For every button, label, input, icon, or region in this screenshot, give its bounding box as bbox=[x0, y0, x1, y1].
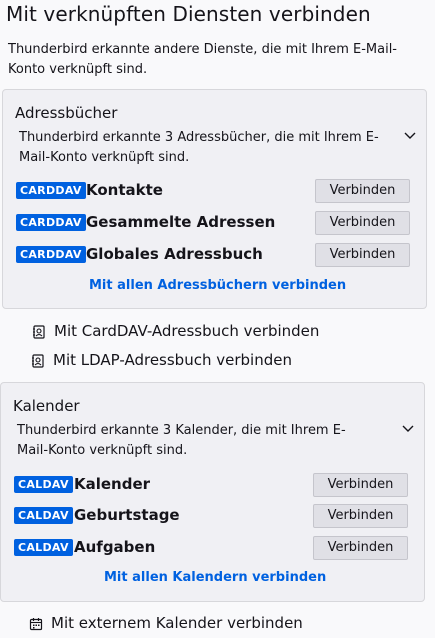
connect-button[interactable]: Verbinden bbox=[315, 179, 410, 203]
caldav-badge: CALDAV bbox=[14, 476, 73, 493]
calendars-description: Thunderbird erkannte 3 Kalender, die mit… bbox=[17, 423, 346, 458]
address-books-description: Thunderbird erkannte 3 Adressbücher, die… bbox=[19, 130, 379, 165]
address-book-name: Gesammelte Adressen bbox=[86, 213, 276, 231]
address-books-section: Adressbücher Thunderbird erkannte 3 Adre… bbox=[2, 89, 427, 309]
intro-text: Thunderbird erkannte andere Dienste, die… bbox=[8, 42, 397, 77]
option-label: Mit LDAP-Adressbuch verbinden bbox=[53, 351, 292, 369]
list-item: CALDAV Geburtstage Verbinden bbox=[14, 504, 414, 530]
calendar-name: Kalender bbox=[74, 475, 151, 493]
connect-button[interactable]: Verbinden bbox=[315, 211, 410, 235]
connect-button[interactable]: Verbinden bbox=[313, 473, 408, 497]
address-book-name: Globales Adressbuch bbox=[86, 245, 263, 263]
connect-button[interactable]: Verbinden bbox=[313, 536, 408, 560]
connect-button[interactable]: Verbinden bbox=[313, 504, 408, 528]
calendar-name: Aufgaben bbox=[74, 538, 156, 556]
option-label: Mit externem Kalender verbinden bbox=[51, 614, 303, 632]
caldav-badge: CALDAV bbox=[14, 507, 73, 524]
list-item: CALDAV Aufgaben Verbinden bbox=[14, 536, 414, 562]
carddav-badge: CARDDAV bbox=[16, 214, 86, 231]
list-item: CALDAV Kalender Verbinden bbox=[14, 473, 414, 499]
chevron-down-icon[interactable] bbox=[403, 128, 417, 142]
list-item: CARDDAV Globales Adressbuch Verbinden bbox=[16, 243, 416, 269]
list-item: CARDDAV Kontakte Verbinden bbox=[16, 179, 416, 205]
carddav-badge: CARDDAV bbox=[16, 182, 86, 199]
calendar-name: Geburtstage bbox=[74, 506, 180, 524]
connect-all-address-books-button[interactable]: Mit allen Adressbüchern verbinden bbox=[89, 278, 346, 293]
caldav-badge: CALDAV bbox=[14, 539, 73, 556]
connect-all-calendars-button[interactable]: Mit allen Kalendern verbinden bbox=[104, 570, 326, 585]
address-book-name: Kontakte bbox=[86, 181, 163, 199]
connect-button[interactable]: Verbinden bbox=[315, 243, 410, 267]
calendar-icon bbox=[29, 618, 43, 631]
address-book-icon bbox=[32, 354, 44, 368]
address-books-title: Adressbücher bbox=[15, 104, 118, 122]
list-item: CARDDAV Gesammelte Adressen Verbinden bbox=[16, 211, 416, 237]
calendars-title: Kalender bbox=[13, 397, 80, 415]
option-label: Mit CardDAV-Adressbuch verbinden bbox=[54, 322, 320, 340]
address-book-icon bbox=[33, 325, 45, 339]
calendars-section: Kalender Thunderbird erkannte 3 Kalender… bbox=[0, 382, 425, 602]
carddav-badge: CARDDAV bbox=[16, 246, 86, 263]
chevron-down-icon[interactable] bbox=[401, 421, 415, 435]
page-title: Mit verknüpften Diensten verbinden bbox=[6, 2, 371, 26]
